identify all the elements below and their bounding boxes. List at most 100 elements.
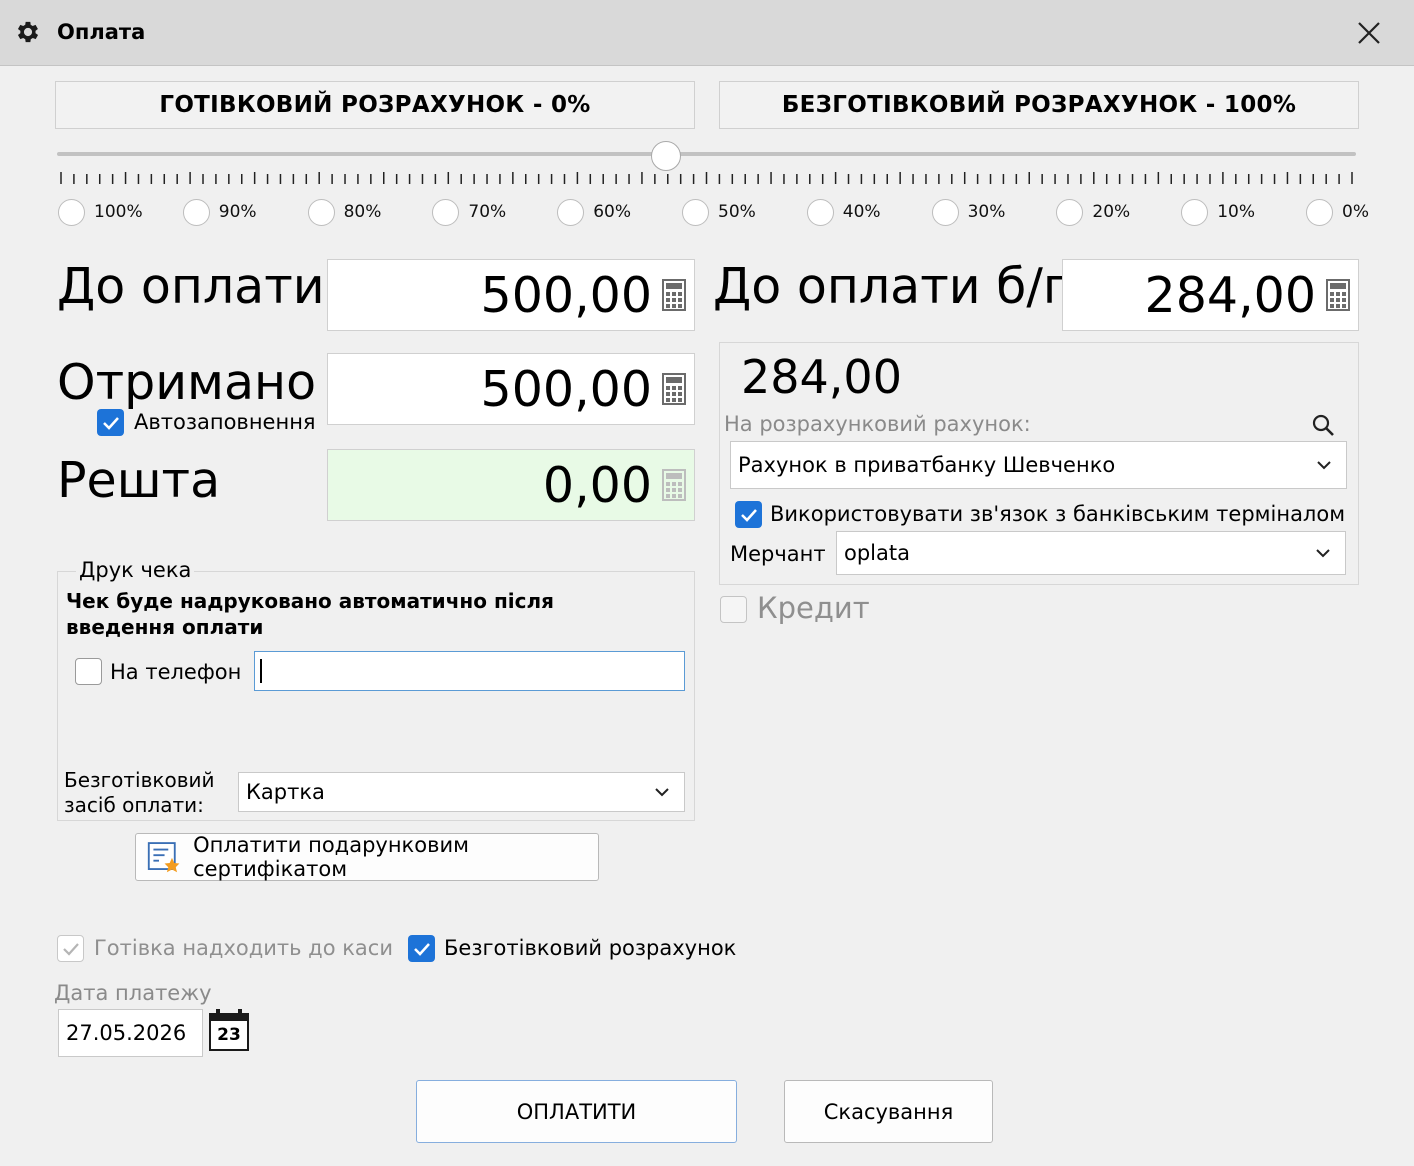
- radio-circle[interactable]: [806, 198, 834, 226]
- calculator-icon[interactable]: [662, 279, 686, 311]
- cash-to-register-label: Готівка надходить до каси: [94, 936, 393, 960]
- check-icon: [413, 942, 430, 956]
- close-icon[interactable]: [1352, 16, 1386, 50]
- merchant-select[interactable]: oplata: [836, 531, 1346, 575]
- cashless-checkbox[interactable]: [408, 935, 435, 962]
- gear-icon[interactable]: [14, 18, 42, 46]
- calendar-icon[interactable]: 23: [209, 1009, 249, 1051]
- calculator-icon[interactable]: [662, 373, 686, 405]
- radio-circle[interactable]: [682, 198, 709, 226]
- radio-circle[interactable]: [931, 198, 959, 226]
- slider-ticks: [60, 172, 1353, 184]
- ratio-option[interactable]: 60%: [557, 197, 631, 227]
- ratio-option[interactable]: 40%: [806, 197, 881, 227]
- auto-print-text: Чек буде надруковано автоматично після в…: [66, 589, 554, 639]
- gift-certificate-label: Оплатити подарунковим сертифікатом: [193, 833, 469, 881]
- calendar-day: 23: [217, 1025, 241, 1045]
- autofill-label: Автозаповнення: [134, 410, 316, 434]
- chevron-down-icon: [655, 788, 669, 797]
- autofill-checkbox[interactable]: [97, 409, 124, 436]
- ratio-option[interactable]: 10%: [1181, 197, 1255, 227]
- cashless-mode-button[interactable]: БЕЗГОТІВКОВИЙ РОЗРАХУНОК - 100%: [719, 81, 1359, 129]
- credit-checkbox[interactable]: [720, 596, 747, 623]
- calculator-icon[interactable]: [1326, 279, 1350, 311]
- cash-mode-button[interactable]: ГОТІВКОВИЙ РОЗРАХУНОК - 0%: [55, 81, 695, 129]
- calculator-icon: [662, 469, 686, 501]
- terminal-checkbox[interactable]: [735, 501, 762, 528]
- ratio-option-label: 90%: [218, 202, 257, 222]
- ratio-option[interactable]: 50%: [682, 197, 756, 227]
- ratio-option[interactable]: 80%: [307, 197, 382, 227]
- radio-circle[interactable]: [1056, 198, 1084, 226]
- payment-method-label: Безготівковий засіб оплати:: [64, 768, 215, 817]
- to-pay-value: 500,00: [480, 266, 652, 324]
- terminal-label: Використовувати зв'язок з банківським те…: [770, 502, 1346, 526]
- chevron-down-icon: [1317, 461, 1331, 470]
- search-icon[interactable]: [1311, 413, 1335, 437]
- payment-date-label: Дата платежу: [54, 981, 212, 1005]
- radio-circle[interactable]: [307, 198, 335, 226]
- receipt-group-title: Друк чека: [76, 558, 195, 582]
- merchant-select-value: oplata: [844, 541, 910, 565]
- cashless-to-pay-field[interactable]: 284,00: [1062, 259, 1359, 331]
- ratio-option[interactable]: 100%: [58, 197, 143, 227]
- cashless-option-label: Безготівковий розрахунок: [444, 936, 737, 960]
- cashless-to-pay-value: 284,00: [1144, 266, 1316, 324]
- certificate-icon: [147, 842, 180, 873]
- ratio-slider-thumb[interactable]: [650, 141, 681, 171]
- cashless-to-pay-label: До оплати б/г: [713, 258, 1069, 315]
- check-icon: [62, 942, 79, 956]
- ratio-option-label: 30%: [967, 202, 1006, 222]
- payment-date-value: 27.05.2026: [66, 1021, 187, 1045]
- ratio-option-label: 40%: [842, 202, 881, 222]
- ratio-option-label: 0%: [1342, 202, 1369, 222]
- cancel-button[interactable]: Скасування: [784, 1080, 993, 1143]
- radio-circle[interactable]: [58, 198, 85, 226]
- ratio-slider-track[interactable]: [57, 152, 1356, 156]
- received-label: Отримано: [57, 354, 317, 411]
- received-field[interactable]: 500,00: [327, 353, 695, 425]
- phone-input[interactable]: [254, 651, 685, 691]
- title-bar: [0, 0, 1414, 66]
- ratio-option-label: 60%: [593, 202, 631, 222]
- change-label: Решта: [57, 452, 221, 509]
- ratio-option-label: 80%: [343, 202, 382, 222]
- ratio-option-label: 100%: [94, 202, 143, 222]
- radio-circle[interactable]: [1181, 198, 1209, 226]
- check-icon: [740, 508, 757, 522]
- cash-to-register-checkbox[interactable]: [57, 935, 84, 962]
- chevron-down-icon: [1316, 549, 1330, 558]
- ratio-option[interactable]: 30%: [931, 197, 1006, 227]
- phone-label: На телефон: [110, 660, 242, 684]
- ratio-option-label: 10%: [1217, 202, 1255, 222]
- window-title: Оплата: [57, 20, 146, 44]
- check-icon: [102, 416, 119, 430]
- ratio-option-label: 70%: [468, 202, 507, 222]
- text-cursor: [260, 659, 262, 683]
- to-pay-label: До оплати: [57, 258, 325, 315]
- change-value: 0,00: [542, 456, 652, 514]
- pay-button[interactable]: ОПЛАТИТИ: [416, 1080, 737, 1143]
- to-pay-field[interactable]: 500,00: [327, 259, 695, 331]
- change-field: 0,00: [327, 449, 695, 521]
- cashless-amount: 284,00: [741, 350, 902, 404]
- account-select[interactable]: Рахунок в приватбанку Шевченко: [730, 441, 1347, 489]
- account-select-value: Рахунок в приватбанку Шевченко: [738, 453, 1116, 477]
- radio-circle[interactable]: [182, 198, 210, 226]
- credit-label: Кредит: [757, 591, 870, 625]
- phone-checkbox[interactable]: [75, 658, 102, 685]
- ratio-option[interactable]: 90%: [182, 197, 257, 227]
- radio-circle[interactable]: [1306, 198, 1333, 226]
- account-label: На розрахунковий рахунок:: [724, 412, 1031, 436]
- payment-date-input[interactable]: 27.05.2026: [58, 1009, 203, 1057]
- radio-circle[interactable]: [557, 198, 585, 226]
- ratio-option-label: 50%: [718, 202, 756, 222]
- ratio-option[interactable]: 70%: [432, 197, 506, 227]
- received-value: 500,00: [480, 360, 652, 418]
- gift-certificate-button[interactable]: Оплатити подарунковим сертифікатом: [135, 833, 599, 881]
- ratio-option[interactable]: 20%: [1056, 197, 1130, 227]
- payment-method-value: Картка: [246, 780, 325, 804]
- radio-circle[interactable]: [432, 198, 460, 226]
- ratio-option[interactable]: 0%: [1306, 197, 1369, 227]
- payment-method-select[interactable]: Картка: [238, 772, 685, 812]
